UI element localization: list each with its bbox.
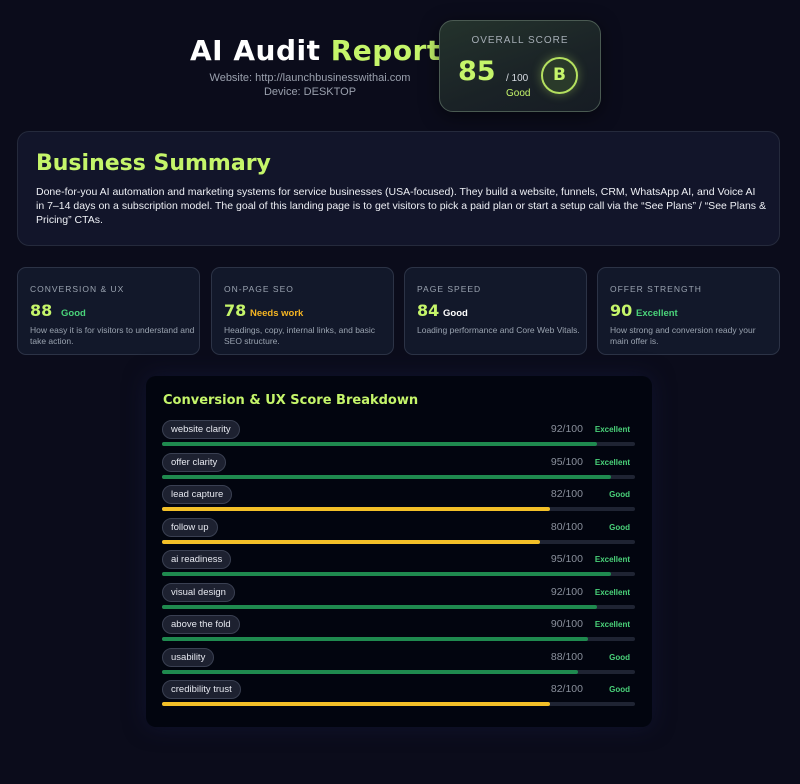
score-bar-track <box>162 604 635 609</box>
metric-card-on-page-seo: ON-PAGE SEO 78 Needs work Headings, copy… <box>211 267 394 355</box>
metric-score: 88 <box>30 301 53 320</box>
grade-badge: B <box>541 57 578 94</box>
score-bar-track <box>162 637 635 641</box>
metric-grade: Good <box>61 308 86 319</box>
breakdown-row: lead capture 82/100 Good <box>162 485 635 515</box>
metric-label: PAGE SPEED <box>417 284 482 294</box>
criterion-grade: Excellent <box>594 555 630 564</box>
criterion-grade: Excellent <box>594 620 630 629</box>
report-header: AI Audit Report Website: http://launchbu… <box>0 0 800 120</box>
criterion-grade: Excellent <box>594 457 630 467</box>
breakdown-row: credibility trust 82/100 Good <box>162 680 635 710</box>
score-bar-fill <box>162 702 550 706</box>
criterion-pill[interactable]: website clarity <box>162 420 240 439</box>
criterion-score: 80/100 <box>550 520 583 533</box>
business-summary-card: Business Summary Done-for-you AI automat… <box>17 131 780 246</box>
criterion-grade: Good <box>609 522 630 532</box>
score-bar-track <box>162 507 635 511</box>
score-bar-fill <box>162 572 611 576</box>
score-breakdown-panel: Conversion & UX Score Breakdown website … <box>146 376 652 727</box>
score-bar-track <box>162 442 635 446</box>
score-bar-track <box>162 572 635 576</box>
metric-score: 90 <box>610 301 633 320</box>
breakdown-row: follow up 80/100 Good <box>162 517 635 548</box>
metric-label: OFFER STRENGTH <box>610 284 702 294</box>
score-bar-fill <box>162 604 597 609</box>
website-url: Website: http://launchbusinesswithai.com <box>209 72 411 84</box>
score-bar-fill <box>162 539 540 544</box>
metric-description: How easy it is for visitors to understan… <box>30 325 195 346</box>
metric-grade: Needs work <box>250 308 304 319</box>
metric-card-page-speed: PAGE SPEED 84 Good Loading performance a… <box>404 267 587 355</box>
criterion-score: 95/100 <box>550 455 583 468</box>
metric-score: 78 <box>224 301 247 320</box>
criterion-score: 95/100 <box>550 553 583 565</box>
score-bar-track <box>162 539 635 544</box>
metric-description: Loading performance and Core Web Vitals. <box>417 325 580 335</box>
business-summary-heading: Business Summary <box>36 151 271 176</box>
score-bar-track <box>162 702 635 706</box>
title-part-1: AI Audit <box>190 34 321 67</box>
overall-score-label: OVERALL SCORE <box>471 35 569 46</box>
criterion-score: 88/100 <box>550 650 583 663</box>
criterion-pill[interactable]: above the fold <box>162 615 240 634</box>
overall-score-card: OVERALL SCORE 85 / 100 Good B <box>439 20 601 112</box>
criterion-pill[interactable]: credibility trust <box>162 680 241 699</box>
metric-description: How strong and conversion ready your mai… <box>610 325 756 346</box>
criterion-pill[interactable]: offer clarity <box>162 452 227 472</box>
overall-score-value: 85 <box>458 56 496 87</box>
breakdown-row: offer clarity 95/100 Excellent <box>162 452 635 483</box>
metric-label: CONVERSION & UX <box>30 284 125 294</box>
score-bar-fill <box>162 637 588 641</box>
score-bar-fill <box>162 442 597 446</box>
breakdown-row: usability 88/100 Good <box>162 647 635 678</box>
criterion-score: 90/100 <box>550 618 583 630</box>
title-block: AI Audit Report Website: http://launchbu… <box>190 34 440 99</box>
breakdown-row: ai readiness 95/100 Excellent <box>162 550 635 580</box>
overall-score-max: / 100 <box>506 73 529 84</box>
score-bar-fill <box>162 669 578 674</box>
metric-card-offer-strength: OFFER STRENGTH 90 Excellent How strong a… <box>597 267 780 355</box>
metric-grade: Excellent <box>636 308 678 319</box>
criterion-pill[interactable]: follow up <box>162 517 218 537</box>
metric-description: Headings, copy, internal links, and basi… <box>224 325 376 346</box>
criterion-grade: Good <box>609 685 630 694</box>
criterion-score: 82/100 <box>550 683 583 695</box>
criterion-grade: Good <box>609 652 630 662</box>
metric-label: ON-PAGE SEO <box>224 284 294 294</box>
title-part-2: Report <box>330 34 441 67</box>
criterion-grade: Excellent <box>594 425 630 434</box>
metric-score: 84 <box>417 301 440 320</box>
score-bar-fill <box>162 474 611 479</box>
business-summary-text: Done-for-you AI automation and marketing… <box>36 186 766 226</box>
criterion-grade: Good <box>609 490 630 499</box>
score-bar-track <box>162 474 635 479</box>
criterion-score: 92/100 <box>550 585 583 598</box>
page-title: AI Audit Report <box>190 34 440 67</box>
metric-grade: Good <box>443 308 468 319</box>
breakdown-row: visual design 92/100 Excellent <box>162 582 635 613</box>
criterion-pill[interactable]: usability <box>162 647 215 667</box>
criterion-score: 82/100 <box>550 488 583 500</box>
breakdown-row: website clarity 92/100 Excellent <box>162 420 635 450</box>
metric-card-conversion-ux: CONVERSION & UX 88 Good How easy it is f… <box>17 267 200 355</box>
device-type: Device: DESKTOP <box>263 86 357 98</box>
overall-score-rating: Good <box>506 88 531 99</box>
breakdown-heading: Conversion & UX Score Breakdown <box>163 393 419 408</box>
score-bar-fill <box>162 507 550 511</box>
criterion-pill[interactable]: ai readiness <box>162 550 232 569</box>
score-bar-track <box>162 669 635 674</box>
criterion-pill[interactable]: lead capture <box>162 485 233 504</box>
criterion-grade: Excellent <box>594 587 630 597</box>
breakdown-row: above the fold 90/100 Excellent <box>162 615 635 645</box>
criterion-pill[interactable]: visual design <box>162 582 235 602</box>
criterion-score: 92/100 <box>550 423 583 435</box>
